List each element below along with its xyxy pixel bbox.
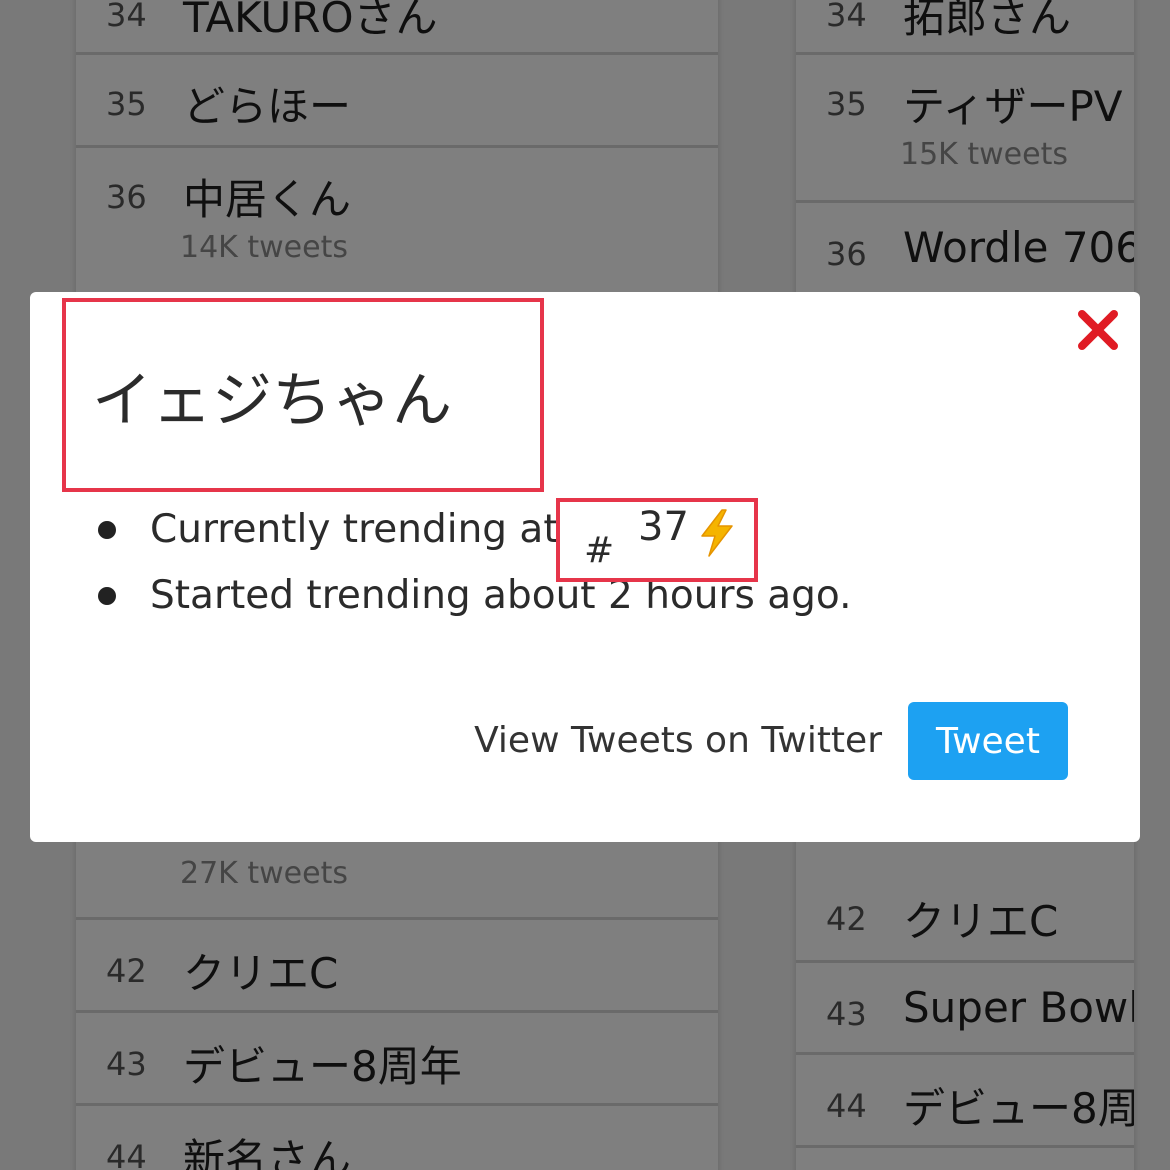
bullet-dot	[98, 521, 116, 539]
rank-highlight-box: # 37	[556, 498, 758, 582]
close-icon[interactable]	[1076, 308, 1120, 352]
lightning-bolt-icon	[701, 509, 733, 557]
view-tweets-link[interactable]: View Tweets on Twitter	[474, 720, 882, 761]
app-screen: 34 TAKUROさん 35 どらほー 36 中居くん 14K tweets 2…	[0, 0, 1170, 1170]
trend-detail-modal: イェジちゃん Currently trending at Started tre…	[30, 292, 1140, 842]
trending-rank-text: Currently trending at	[150, 507, 559, 552]
tweet-button[interactable]: Tweet	[908, 702, 1068, 780]
bullet-dot	[98, 587, 116, 605]
trend-rank-value: 37	[638, 504, 689, 550]
hash-symbol: #	[584, 530, 615, 571]
modal-title: イェジちゃん	[92, 366, 452, 436]
